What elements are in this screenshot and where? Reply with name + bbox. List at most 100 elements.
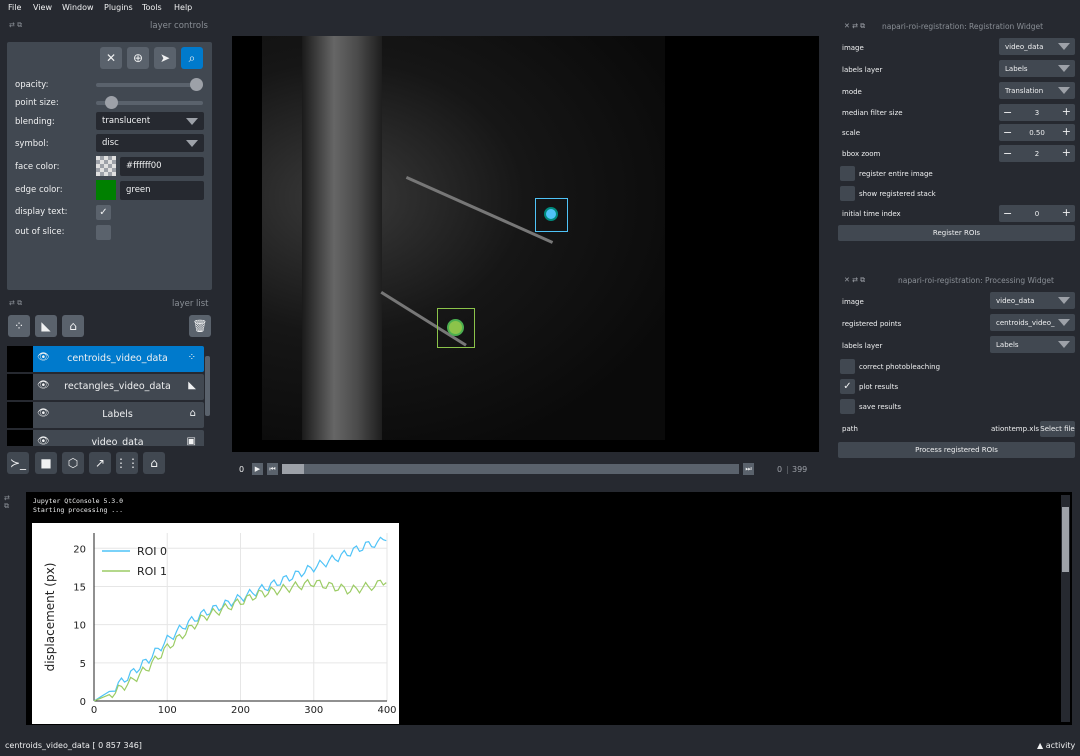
x-tick-label: 100 bbox=[158, 705, 177, 716]
chevron-down-icon bbox=[186, 140, 198, 147]
close-icon[interactable]: ✕ ⇄ ⧉ bbox=[844, 22, 865, 31]
plus-icon[interactable]: + bbox=[1062, 125, 1071, 138]
console-icon[interactable]: ≻_ bbox=[7, 452, 29, 474]
register-rois-button[interactable]: Register ROIs bbox=[838, 225, 1075, 241]
3d-cube-icon[interactable]: ⬡ bbox=[62, 452, 84, 474]
layer-row-rectangles[interactable]: 👁 rectangles_video_data ◣ bbox=[7, 374, 204, 400]
x-tick-label: 400 bbox=[377, 705, 396, 716]
layer-list-scrollbar[interactable] bbox=[205, 356, 210, 416]
reg-scale-spinbox[interactable]: −0.50 + bbox=[999, 124, 1075, 141]
roi-point-0[interactable] bbox=[544, 207, 558, 221]
viewer-canvas[interactable] bbox=[232, 36, 819, 452]
step-back-icon[interactable]: ⏮ bbox=[267, 463, 278, 475]
dims-slider[interactable] bbox=[282, 464, 739, 474]
check-icon: ✓ bbox=[843, 381, 852, 392]
new-shapes-layer-icon[interactable]: ◣ bbox=[35, 315, 57, 337]
reg-mode-value: Translation bbox=[1005, 87, 1044, 95]
console-panel[interactable]: Jupyter QtConsole 5.3.0 Starting process… bbox=[26, 492, 1072, 725]
console-scrollbar-handle[interactable] bbox=[1062, 507, 1069, 572]
plot-results-checkbox[interactable]: ✓ bbox=[840, 379, 855, 394]
plus-icon[interactable]: + bbox=[1062, 146, 1071, 159]
proc-labels-dropdown[interactable]: Labels bbox=[990, 336, 1075, 353]
register-entire-checkbox[interactable] bbox=[840, 166, 855, 181]
reg-bbox-spinbox[interactable]: −2 + bbox=[999, 145, 1075, 162]
save-results-checkbox[interactable] bbox=[840, 399, 855, 414]
status-text: centroids_video_data [ 0 857 346] bbox=[5, 741, 142, 750]
menu-help[interactable]: Help bbox=[174, 3, 192, 12]
dock-float-icon[interactable]: ⇄ ⧉ bbox=[9, 299, 22, 308]
chevron-down-icon bbox=[1058, 87, 1070, 94]
face-color-swatch[interactable] bbox=[96, 156, 116, 176]
opacity-slider-handle[interactable] bbox=[190, 78, 203, 91]
plus-icon[interactable]: + bbox=[1062, 206, 1071, 219]
dims-frame: 0 bbox=[777, 465, 783, 474]
opacity-slider[interactable] bbox=[96, 83, 203, 87]
photobleach-checkbox[interactable] bbox=[840, 359, 855, 374]
layer-row-centroids[interactable]: 👁 centroids_video_data ⁘ bbox=[7, 346, 204, 372]
select-file-button[interactable]: Select file bbox=[1040, 421, 1075, 437]
new-points-layer-icon[interactable]: ⁘ bbox=[8, 315, 30, 337]
out-of-slice-checkbox[interactable] bbox=[96, 225, 111, 240]
save-results-label: save results bbox=[859, 403, 902, 411]
process-rois-button[interactable]: Process registered ROIs bbox=[838, 442, 1075, 458]
add-points-icon[interactable]: ⊕ bbox=[127, 47, 149, 69]
play-icon[interactable]: ▶ bbox=[252, 463, 263, 475]
proc-image-dropdown[interactable]: video_data bbox=[990, 292, 1075, 309]
edge-color-swatch[interactable] bbox=[96, 180, 116, 200]
blending-value: translucent bbox=[102, 116, 151, 126]
activity-label: activity bbox=[1045, 741, 1076, 750]
roll-dims-icon[interactable]: ↗ bbox=[89, 452, 111, 474]
point-size-slider-handle[interactable] bbox=[105, 96, 119, 109]
layer-row-labels[interactable]: 👁 Labels ⌂ bbox=[7, 402, 204, 428]
blending-dropdown[interactable]: translucent bbox=[96, 112, 204, 130]
plus-icon[interactable]: + bbox=[1062, 105, 1071, 118]
face-color-label: face color: bbox=[15, 162, 60, 172]
menu-view[interactable]: View bbox=[33, 3, 52, 12]
menu-file[interactable]: File bbox=[8, 3, 21, 12]
activity-button[interactable]: ▲ activity bbox=[1037, 741, 1075, 750]
roi-point-1[interactable] bbox=[447, 319, 464, 336]
grid-icon[interactable]: ⋮⋮ bbox=[115, 452, 139, 474]
new-labels-layer-icon[interactable]: ⌂ bbox=[62, 315, 84, 337]
reg-time-spinbox[interactable]: −0 + bbox=[999, 205, 1075, 222]
dims-separator: | bbox=[786, 465, 789, 474]
path-value[interactable]: ationtemp.xls bbox=[991, 425, 1039, 433]
dims-slider-handle[interactable] bbox=[282, 464, 304, 474]
delete-layer-icon[interactable]: 🗑 bbox=[189, 315, 211, 337]
console-scrollbar[interactable] bbox=[1061, 495, 1070, 722]
edge-color-input[interactable]: green bbox=[120, 181, 204, 200]
proc-points-value: centroids_video_ bbox=[996, 319, 1055, 327]
chevron-down-icon bbox=[1058, 65, 1070, 72]
select-points-icon[interactable]: ➤ bbox=[154, 47, 176, 69]
delete-points-icon[interactable]: ✕ bbox=[100, 47, 122, 69]
eye-icon[interactable]: 👁 bbox=[37, 436, 50, 446]
eye-icon[interactable]: 👁 bbox=[37, 380, 50, 391]
eye-icon[interactable]: 👁 bbox=[37, 408, 50, 419]
video-image-stem bbox=[302, 36, 382, 440]
chevron-down-icon bbox=[186, 118, 198, 125]
eye-icon[interactable]: 👁 bbox=[37, 352, 50, 363]
reg-labels-dropdown[interactable]: Labels bbox=[999, 60, 1075, 77]
reg-mode-dropdown[interactable]: Translation bbox=[999, 82, 1075, 99]
close-icon[interactable]: ✕ ⇄ ⧉ bbox=[844, 276, 865, 285]
x-tick-label: 200 bbox=[231, 705, 250, 716]
symbol-dropdown[interactable]: disc bbox=[96, 134, 204, 152]
dock-float-icon[interactable]: ⇄ ⧉ bbox=[9, 21, 22, 30]
menu-window[interactable]: Window bbox=[62, 3, 94, 12]
display-text-checkbox[interactable]: ✓ bbox=[96, 205, 111, 220]
dock-float-icon[interactable]: ⇄ ⧉ bbox=[4, 494, 10, 511]
step-forward-icon[interactable]: ⏭ bbox=[743, 463, 754, 475]
image-layer-icon: ▣ bbox=[186, 436, 196, 446]
menu-tools[interactable]: Tools bbox=[142, 3, 162, 12]
layer-row-video[interactable]: 👁 video_data ▣ bbox=[7, 430, 204, 446]
reg-median-spinbox[interactable]: −3 + bbox=[999, 104, 1075, 121]
home-icon[interactable]: ⌂ bbox=[143, 452, 165, 474]
layer-name: rectangles_video_data bbox=[64, 381, 171, 392]
square-icon[interactable]: ■ bbox=[35, 452, 57, 474]
proc-points-dropdown[interactable]: centroids_video_ bbox=[990, 314, 1075, 331]
menu-plugins[interactable]: Plugins bbox=[104, 3, 133, 12]
reg-image-dropdown[interactable]: video_data bbox=[999, 38, 1075, 55]
face-color-input[interactable]: #ffffff00 bbox=[120, 157, 204, 176]
pan-zoom-icon[interactable]: ⌕ bbox=[181, 47, 203, 69]
show-stack-checkbox[interactable] bbox=[840, 186, 855, 201]
